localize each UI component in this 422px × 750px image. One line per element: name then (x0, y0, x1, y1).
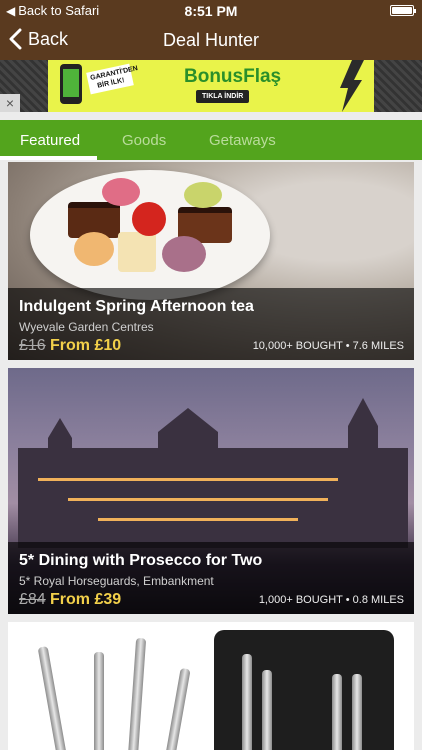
deal-old-price: £84 (19, 591, 46, 608)
status-bar: ◀ Back to Safari 8:51 PM (0, 0, 422, 22)
deal-new-price: From £39 (50, 591, 122, 608)
deal-merchant: Wyevale Garden Centres (19, 320, 154, 334)
tab-indicator (0, 156, 97, 160)
deal-title: 5* Dining with Prosecco for Two (19, 552, 263, 569)
ad-strip: × GARANTİ'DEN BİR İLK! BonusFlaş TIKLA İ… (0, 60, 422, 112)
deal-stats: 1,000+ BOUGHT • 0.8 MILES (258, 594, 404, 606)
deal-image (8, 622, 414, 750)
tab-featured[interactable]: Featured (20, 120, 80, 160)
status-time: 8:51 PM (184, 3, 238, 19)
deal-merchant: 5* Royal Horseguards, Embankment (19, 574, 214, 588)
battery-icon (390, 5, 416, 16)
tab-bar: Featured Goods Getaways (0, 120, 422, 160)
deal-title: Indulgent Spring Afternoon tea (19, 298, 254, 315)
deal-card[interactable]: 5* Dining with Prosecco for Two 5* Royal… (8, 368, 414, 614)
tab-getaways[interactable]: Getaways (209, 120, 276, 160)
ad-banner[interactable]: GARANTİ'DEN BİR İLK! BonusFlaş TIKLA İND… (48, 60, 374, 112)
ad-brand: BonusFlaş (184, 66, 282, 87)
navigation-bar: Back Deal Hunter (0, 22, 422, 60)
page-title: Deal Hunter (162, 30, 260, 50)
deal-stats: 10,000+ BOUGHT • 7.6 MILES (252, 340, 404, 352)
ad-tag: GARANTİ'DEN BİR İLK! (86, 63, 138, 95)
deal-card[interactable] (8, 622, 414, 750)
tab-goods[interactable]: Goods (122, 120, 166, 160)
deal-old-price: £16 (19, 337, 46, 354)
lightning-icon (340, 60, 364, 112)
ad-cta-button[interactable]: TIKLA İNDİR (196, 90, 250, 103)
close-ad-icon[interactable]: × (0, 94, 20, 112)
phone-icon (60, 64, 82, 104)
deal-card[interactable]: Indulgent Spring Afternoon tea Wyevale G… (8, 162, 414, 360)
deal-new-price: From £10 (50, 337, 122, 354)
